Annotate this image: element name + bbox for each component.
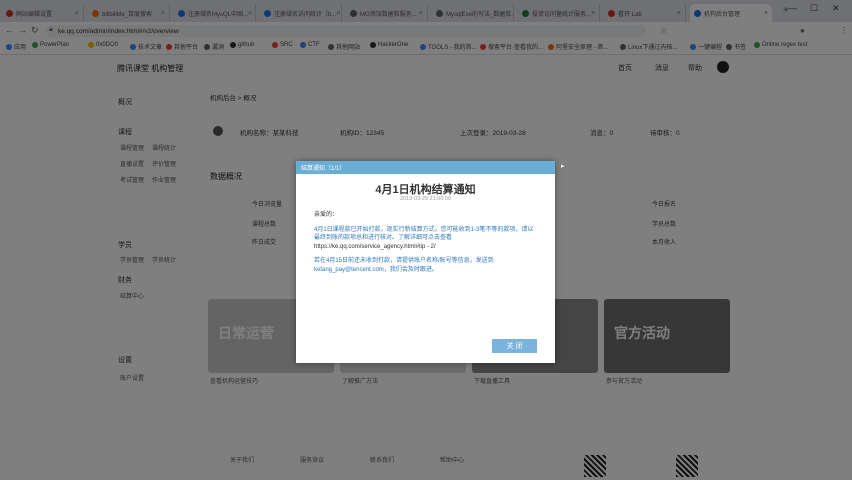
close-dialog-button[interactable]: 关 闭 <box>492 339 537 353</box>
cursor-icon: ▸ <box>561 163 565 170</box>
dialog-title: 4月1日机构结算通知 <box>375 184 476 196</box>
dialog-link[interactable]: https://ke.qq.com/service_agency.html#ti… <box>314 244 436 250</box>
dialog-greeting: 亲爱的： <box>314 212 339 218</box>
dialog-date: 2019-03-29 21:00:00 <box>399 196 452 202</box>
dialog-body: 亲爱的： 4月1日课程款已开始打款，现实行新结算方式，您可能收到1-3笔不等的款… <box>314 211 539 280</box>
dialog-paragraph-1: 4月1日课程款已开始打款，现实行新结算方式，您可能收到1-3笔不等的款项，请以最… <box>314 226 534 242</box>
dialog-header: 结算通知（1/1） <box>296 161 555 174</box>
settlement-notice-dialog: 结算通知（1/1） 4月1日机构结算通知 2019-03-29 21:00:00… <box>296 161 555 363</box>
dialog-paragraph-2-end: ，我们会及时跟进。 <box>383 266 438 273</box>
dialog-email[interactable]: ketang_pay@tencent.com <box>314 267 384 273</box>
dialog-paragraph-2: 若在4月15日前还未收到打款，请提供账户名称/账号等信息，发送到 <box>314 258 494 264</box>
